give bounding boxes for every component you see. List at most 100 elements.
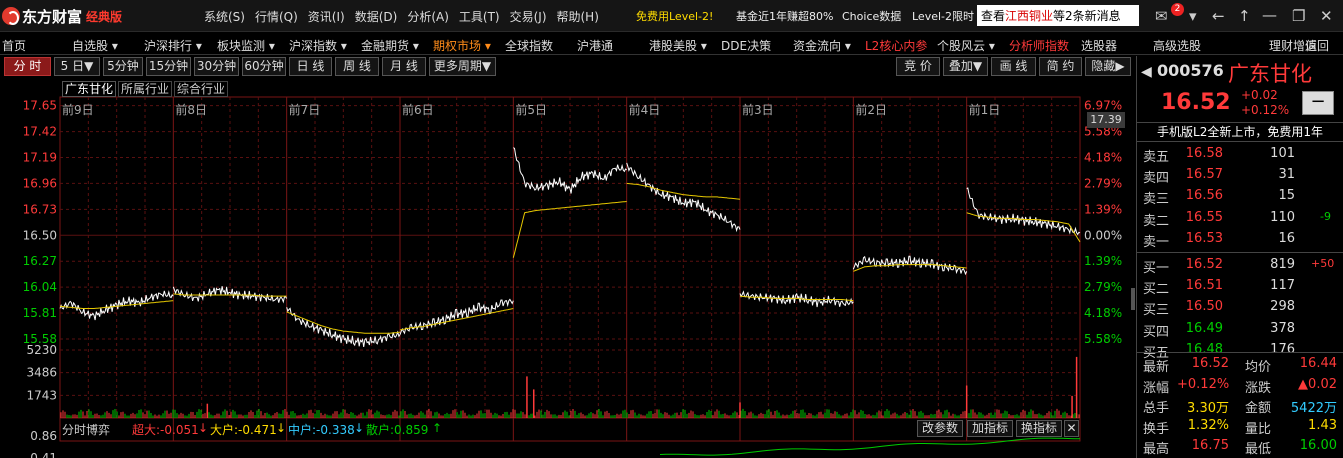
stat-label: 总手 xyxy=(1143,401,1170,416)
bid-row[interactable]: 买三 16.50 298 xyxy=(1143,299,1339,319)
avg-price-line xyxy=(626,182,741,200)
indicator-name[interactable]: 分时博弈 xyxy=(62,421,110,438)
period-button[interactable]: 60分钟 xyxy=(242,57,286,76)
menu-item[interactable]: 工具(T) xyxy=(459,10,500,24)
switch-indicator-button[interactable]: 换指标 xyxy=(1016,420,1062,437)
nav-item[interactable]: 沪深排行 ▾ xyxy=(144,37,202,54)
nav-item[interactable]: 分析师指数 xyxy=(1009,37,1069,54)
indicator-arrow: ↑ xyxy=(432,421,443,435)
chart-tab[interactable]: 所属行业 xyxy=(118,81,173,97)
intraday-chart[interactable]: 17.65 6.97% 17.42 5.58% 17.19 4.18% 16.96 2.79%… xyxy=(0,78,1136,458)
mail-icon[interactable]: ✉ xyxy=(1155,7,1168,25)
close-icon[interactable]: ✕ xyxy=(1320,7,1333,25)
chart-tab[interactable]: 广东甘化 xyxy=(62,81,117,97)
chart-tool-button[interactable]: 简 约 xyxy=(1039,57,1082,76)
day-label: 前2日 xyxy=(855,102,887,117)
chart-tool-button[interactable]: 隐藏▶ xyxy=(1085,57,1131,76)
stat-label: 量比 xyxy=(1245,421,1272,437)
period-button[interactable]: 15分钟 xyxy=(146,57,191,76)
nav-item[interactable]: 资金流向 ▾ xyxy=(793,37,851,54)
nav-item[interactable]: 高级选股 xyxy=(1153,37,1201,54)
stat-row: 最新 16.52 均价 16.44 xyxy=(1143,356,1339,376)
period-button[interactable]: 30分钟 xyxy=(194,57,239,76)
volume-tick-label: 3486 xyxy=(26,366,57,380)
bid-row[interactable]: 买二 16.51 117 xyxy=(1143,278,1339,298)
nav-item[interactable]: 个股风云 ▾ xyxy=(937,37,995,54)
collapse-icon[interactable]: ◀ xyxy=(1141,64,1152,80)
bid-row[interactable]: 买四 16.49 378 xyxy=(1143,321,1339,341)
restore-icon[interactable]: ❐ xyxy=(1292,7,1305,25)
stat-label: 最高 xyxy=(1143,442,1170,457)
nav-item[interactable]: 全球指数 xyxy=(505,37,553,54)
chart-canvas[interactable]: 17.65 6.97% 17.42 5.58% 17.19 4.18% 16.96 2.79%… xyxy=(0,78,1136,458)
ask-row[interactable]: 卖三 16.56 15 xyxy=(1143,188,1339,208)
title-bar: 东方财富 经典版 系统(S) 行情(Q) 资讯(I) 数据(D) 分析(A) 工具(T) 交… xyxy=(0,0,1343,32)
menu-item[interactable]: 交易(J) xyxy=(510,10,547,24)
chart-scroll-handle xyxy=(1131,288,1135,310)
add-indicator-button[interactable]: 加指标 xyxy=(967,420,1013,437)
stat-label: 均价 xyxy=(1245,360,1272,375)
nav-item[interactable]: 自选股 ▾ xyxy=(72,37,118,54)
level-volume: 819 xyxy=(1270,257,1295,272)
ask-row[interactable]: 卖二 16.55 110 -9 xyxy=(1143,210,1339,230)
chart-tool-button[interactable]: 画 线 xyxy=(991,57,1036,76)
chart-tab[interactable]: 综合行业 xyxy=(174,81,229,97)
book-divider xyxy=(1137,251,1343,253)
close-indicator-icon[interactable]: ✕ xyxy=(1064,420,1079,437)
menu-item[interactable]: 帮助(H) xyxy=(557,10,599,24)
nav-item[interactable]: 金融期货 ▾ xyxy=(361,37,419,54)
period-button[interactable]: 分 时 xyxy=(4,57,51,76)
level-label: 买三 xyxy=(1143,303,1170,319)
level-price: 16.49 xyxy=(1185,320,1223,336)
nav-item[interactable]: 返回 xyxy=(1305,37,1329,54)
nav-item[interactable]: 首页 xyxy=(2,37,26,54)
menu-item[interactable]: 系统(S) xyxy=(204,10,245,24)
nav-item[interactable]: L2核心内参 xyxy=(865,37,927,54)
level-price: 16.55 xyxy=(1185,209,1223,225)
dropdown-icon[interactable]: ▾ xyxy=(1189,7,1197,25)
promo-fund[interactable]: 基金近1年赚超80% xyxy=(736,8,833,24)
chart-toolbar: 分 时5 日▼ 5分钟 15分钟 30分钟 60分钟日 线周 线月 线更多周期▼ 竞 价叠… xyxy=(0,56,1136,78)
period-button[interactable]: 5 日▼ xyxy=(54,57,100,76)
nav-item[interactable]: 板块监测 ▾ xyxy=(217,37,275,54)
remove-from-watchlist-button[interactable]: − xyxy=(1302,91,1334,115)
menu-item[interactable]: 数据(D) xyxy=(355,10,398,24)
day-label: 前8日 xyxy=(175,102,207,117)
back-arrow-icon[interactable]: ← xyxy=(1212,7,1225,25)
nav-item[interactable]: 港股美股 ▾ xyxy=(649,37,707,54)
nav-item[interactable]: 沪深指数 ▾ xyxy=(289,37,347,54)
promo-level2[interactable]: 免费用Level-2! xyxy=(636,8,713,24)
period-button[interactable]: 周 线 xyxy=(335,57,379,76)
menu-item[interactable]: 分析(A) xyxy=(407,10,449,24)
y-tick-pct-label: 6.97% xyxy=(1084,99,1122,113)
chart-tool-button[interactable]: 叠加▼ xyxy=(943,57,988,76)
period-button[interactable]: 日 线 xyxy=(289,57,332,76)
level-label: 买四 xyxy=(1143,324,1170,340)
up-arrow-icon[interactable]: ↑ xyxy=(1238,7,1251,25)
function-nav: 首页 自选股 ▾ 沪深排行 ▾ 板块监测 ▾ 沪深指数 ▾ 金融期货 ▾ 期权市场 ▾ 全球指… xyxy=(0,33,1343,55)
period-button[interactable]: 月 线 xyxy=(382,57,426,76)
nav-item[interactable]: 沪港通 xyxy=(577,37,613,54)
menu-item[interactable]: 资讯(I) xyxy=(308,10,345,24)
ask-row[interactable]: 卖一 16.53 16 xyxy=(1143,231,1339,251)
promo-choice[interactable]: Choice数据 xyxy=(842,8,901,24)
bid-row[interactable]: 买一 16.52 819 +50 xyxy=(1143,257,1339,277)
period-button[interactable]: 5分钟 xyxy=(103,57,143,76)
ask-row[interactable]: 卖四 16.57 31 xyxy=(1143,167,1339,187)
promo-level2-limited[interactable]: Level-2限时 xyxy=(912,8,976,24)
period-button[interactable]: 更多周期▼ xyxy=(429,57,496,76)
menu-item[interactable]: 行情(Q) xyxy=(255,10,298,24)
change-params-button[interactable]: 改参数 xyxy=(917,420,963,437)
chart-tool-button[interactable]: 竞 价 xyxy=(896,57,940,76)
nav-item[interactable]: 选股器 xyxy=(1081,37,1117,54)
news-notice[interactable]: 查看江西铜业等2条新消息 xyxy=(977,5,1139,26)
minimize-icon[interactable]: — xyxy=(1262,6,1277,24)
nav-item[interactable]: 期权市场 ▾ xyxy=(433,37,491,54)
level-price: 16.51 xyxy=(1185,278,1223,294)
nav-item[interactable]: DDE决策 xyxy=(721,37,771,54)
y-tick-label: 16.96 xyxy=(23,176,57,190)
level-price: 16.57 xyxy=(1185,167,1223,183)
y-tick-label: 17.42 xyxy=(23,125,57,139)
ask-row[interactable]: 卖五 16.58 101 xyxy=(1143,146,1339,166)
promo-banner[interactable]: 手机版L2全新上市，免费用1年 xyxy=(1137,122,1343,142)
